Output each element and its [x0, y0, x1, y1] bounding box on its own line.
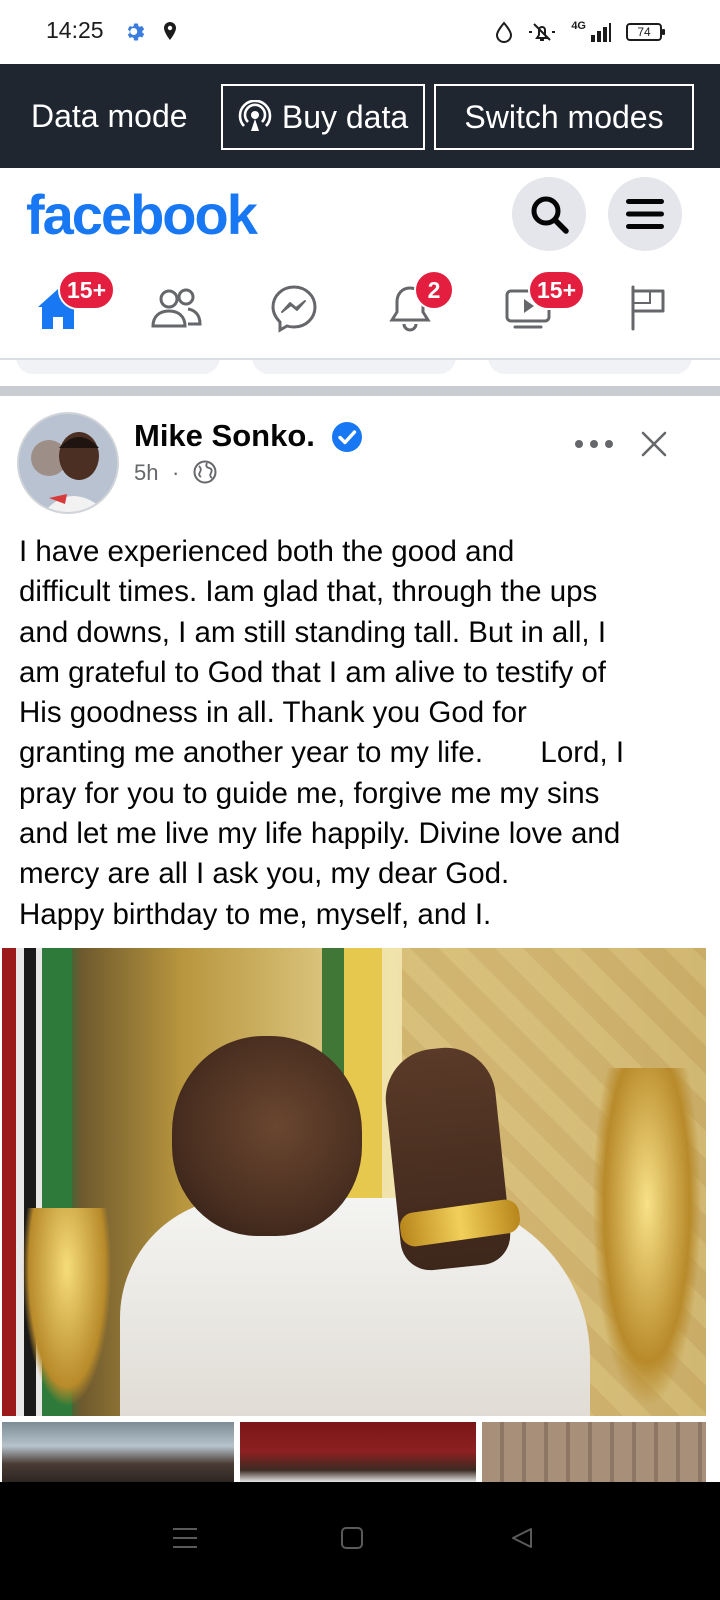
tab-home[interactable]: 15+ — [10, 260, 116, 356]
photo-gold-ornament — [22, 1208, 112, 1408]
story-card[interactable] — [252, 360, 456, 374]
nav-tabs: 15+ 2 15+ — [0, 260, 720, 356]
close-icon — [641, 431, 667, 457]
status-bar: 14:25 4G 74 — [0, 0, 720, 64]
menu-icon — [173, 1528, 197, 1548]
avatar-portrait — [19, 414, 117, 512]
flag-icon — [631, 285, 665, 331]
story-card[interactable] — [488, 360, 692, 374]
buy-data-label: Buy data — [281, 98, 409, 135]
post-body-text: I have experienced both the good and dif… — [19, 535, 625, 931]
tab-notifications[interactable]: 2 — [362, 260, 458, 356]
photo-thumbnail[interactable] — [240, 1422, 476, 1482]
search-icon — [531, 196, 569, 234]
post-author[interactable]: Mike Sonko. — [134, 418, 315, 454]
buy-data-button[interactable]: Buy data — [221, 84, 425, 150]
search-button[interactable] — [512, 177, 586, 251]
post-timestamp[interactable]: 5h — [134, 460, 158, 486]
post-close-button[interactable] — [634, 424, 674, 464]
photo-gold-ornament — [592, 1068, 702, 1408]
photo-person-body — [120, 1198, 590, 1416]
switch-modes-button[interactable]: Switch modes — [434, 84, 694, 150]
tab-friends[interactable] — [128, 260, 224, 356]
home-badge: 15+ — [58, 270, 116, 310]
notifications-badge: 2 — [414, 270, 454, 310]
system-nav-bar — [0, 1482, 720, 1600]
menu-button[interactable] — [608, 177, 682, 251]
battery-level: 74 — [637, 25, 651, 39]
feed-post: Mike Sonko. 5h · I have experienced both… — [0, 396, 720, 1486]
author-avatar[interactable] — [17, 412, 119, 514]
photo-thumbnail[interactable] — [482, 1422, 706, 1482]
facebook-header: facebook — [0, 168, 720, 260]
status-time: 14:25 — [46, 17, 104, 43]
tab-messenger[interactable] — [246, 260, 342, 356]
network-type: 4G — [571, 20, 586, 32]
drop-icon — [496, 21, 513, 43]
globe-icon — [193, 460, 217, 484]
recents-button[interactable] — [155, 1508, 215, 1568]
meta-separator: · — [172, 460, 180, 485]
signal-icon — [591, 23, 611, 42]
hamburger-icon — [626, 199, 664, 229]
bell-mute-icon — [529, 23, 556, 41]
post-more-button[interactable] — [572, 426, 616, 462]
status-icons: 4G 74 — [495, 18, 665, 46]
data-mode-banner: Data mode Buy data Switch modes — [0, 64, 720, 168]
broadcast-icon — [238, 100, 272, 131]
photo-person-head — [172, 1036, 362, 1236]
home-square-icon — [341, 1527, 363, 1549]
friends-icon — [151, 288, 202, 328]
more-dots-icon — [575, 440, 613, 448]
tab-watch[interactable]: 15+ — [480, 260, 586, 356]
battery-icon: 74 — [626, 23, 665, 41]
stories-strip — [0, 360, 720, 376]
gear-icon — [127, 23, 145, 41]
watch-badge: 15+ — [528, 270, 586, 310]
photo-thumbnails — [0, 1422, 720, 1482]
facebook-logo[interactable]: facebook — [26, 182, 258, 247]
post-photo[interactable] — [2, 948, 706, 1416]
messenger-icon — [271, 285, 317, 333]
home-nav-button[interactable] — [322, 1508, 382, 1568]
story-card[interactable] — [16, 360, 220, 374]
verified-badge-icon — [332, 422, 362, 452]
location-icon — [164, 22, 176, 40]
back-triangle-icon — [512, 1528, 532, 1548]
switch-modes-label: Switch modes — [464, 98, 664, 135]
back-button[interactable] — [492, 1508, 552, 1568]
data-mode-label: Data mode — [31, 98, 188, 134]
tab-pages[interactable] — [600, 260, 696, 356]
feed-separator — [0, 386, 720, 396]
photo-thumbnail[interactable] — [2, 1422, 234, 1482]
